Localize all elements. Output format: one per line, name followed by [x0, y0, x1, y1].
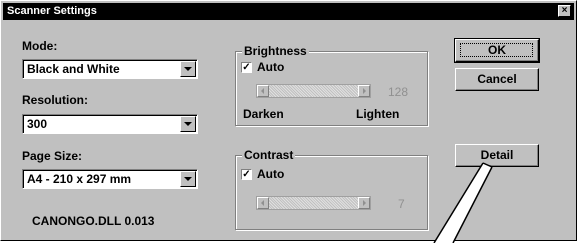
callout-pointer	[433, 162, 493, 243]
